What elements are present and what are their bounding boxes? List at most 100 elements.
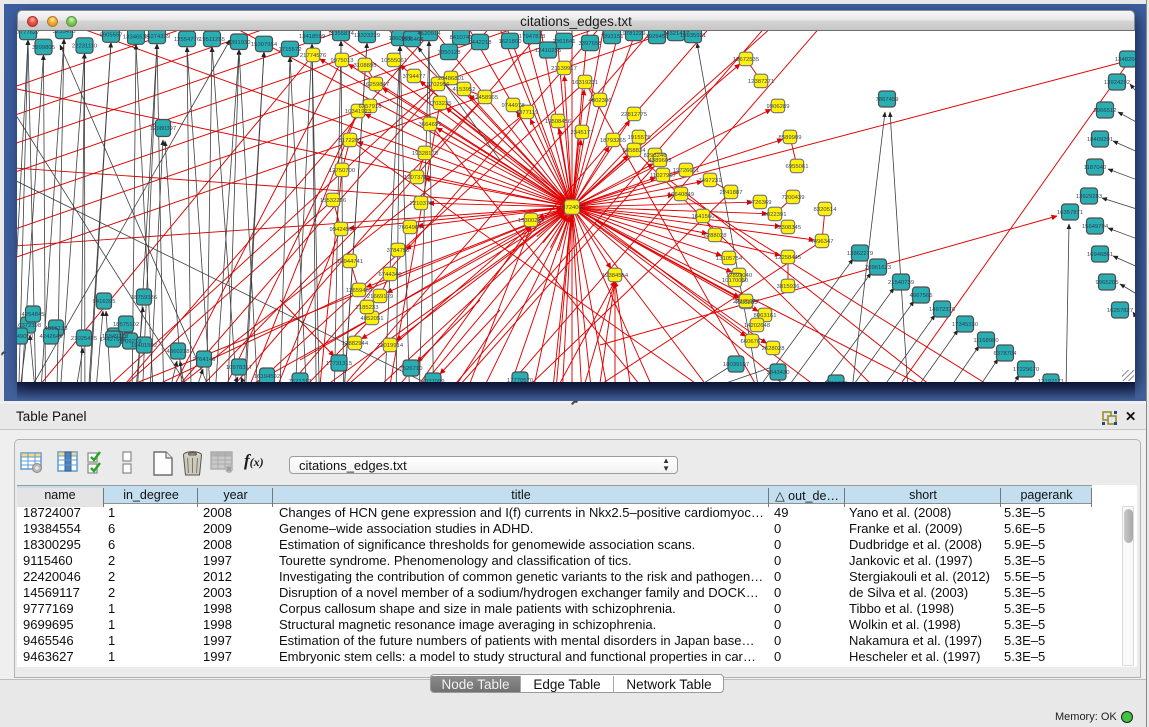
svg-text:1915575: 1915575 bbox=[628, 135, 652, 141]
svg-text:16640849: 16640849 bbox=[668, 192, 694, 198]
svg-text:21540739: 21540739 bbox=[888, 280, 914, 286]
svg-text:16944741: 16944741 bbox=[337, 259, 363, 265]
svg-text:9022391: 9022391 bbox=[764, 212, 787, 218]
svg-text:12750700: 12750700 bbox=[329, 168, 356, 174]
svg-text:3664691: 3664691 bbox=[419, 122, 442, 128]
svg-text:18409291: 18409291 bbox=[1087, 137, 1113, 143]
svg-text:4852051: 4852051 bbox=[361, 316, 384, 322]
svg-text:3702956: 3702956 bbox=[427, 82, 451, 88]
svg-text:3397658: 3397658 bbox=[579, 41, 603, 47]
svg-text:13323229: 13323229 bbox=[354, 33, 380, 39]
svg-text:3784753: 3784753 bbox=[387, 248, 411, 254]
svg-text:9905557: 9905557 bbox=[100, 33, 123, 39]
svg-text:8172200: 8172200 bbox=[339, 138, 363, 144]
svg-text:3843430: 3843430 bbox=[767, 370, 791, 376]
svg-text:1641560: 1641560 bbox=[692, 214, 716, 220]
svg-text:4496347: 4496347 bbox=[811, 239, 834, 245]
svg-text:3794477: 3794477 bbox=[403, 74, 426, 80]
svg-text:12387271: 12387271 bbox=[748, 79, 774, 85]
svg-text:11168980: 11168980 bbox=[973, 338, 999, 344]
svg-text:2966512: 2966512 bbox=[1094, 108, 1117, 114]
svg-text:8063161: 8063161 bbox=[754, 313, 777, 319]
svg-text:16259847: 16259847 bbox=[363, 82, 389, 88]
svg-text:21669179: 21669179 bbox=[367, 294, 393, 300]
svg-text:22308345: 22308345 bbox=[775, 225, 802, 231]
svg-text:12458965: 12458965 bbox=[472, 95, 499, 101]
svg-text:3999805: 3999805 bbox=[32, 45, 56, 51]
svg-text:7664964: 7664964 bbox=[399, 225, 423, 231]
svg-text:19401502: 19401502 bbox=[131, 343, 157, 349]
svg-text:21139917: 21139917 bbox=[551, 66, 577, 72]
svg-text:6606762: 6606762 bbox=[741, 339, 764, 345]
svg-text:3108895: 3108895 bbox=[354, 63, 378, 69]
svg-text:16946861: 16946861 bbox=[1087, 252, 1113, 258]
svg-text:13105754: 13105754 bbox=[716, 256, 743, 262]
svg-text:1715572: 1715572 bbox=[279, 47, 302, 53]
svg-text:17770570: 17770570 bbox=[507, 378, 534, 382]
svg-text:16357871: 16357871 bbox=[1057, 210, 1083, 216]
svg-text:18724007: 18724007 bbox=[559, 205, 585, 211]
svg-text:6955061: 6955061 bbox=[786, 164, 809, 170]
svg-text:9975013: 9975013 bbox=[331, 58, 355, 64]
svg-text:7703235: 7703235 bbox=[429, 101, 453, 107]
svg-text:6744346: 6744346 bbox=[379, 272, 403, 278]
svg-text:9942458: 9942458 bbox=[330, 227, 354, 233]
svg-text:12258445: 12258445 bbox=[775, 255, 802, 261]
svg-text:19384554: 19384554 bbox=[602, 273, 629, 279]
svg-text:7526710: 7526710 bbox=[400, 366, 424, 372]
svg-text:13482603: 13482603 bbox=[1115, 57, 1135, 63]
svg-text:12073745: 12073745 bbox=[404, 175, 431, 181]
svg-text:4877119: 4877119 bbox=[516, 110, 539, 116]
svg-text:17947818: 17947818 bbox=[519, 34, 546, 40]
svg-text:2185233: 2185233 bbox=[356, 305, 380, 311]
svg-text:12980397: 12980397 bbox=[150, 126, 176, 132]
svg-text:2391930: 2391930 bbox=[228, 40, 252, 46]
svg-text:9906289: 9906289 bbox=[767, 104, 790, 110]
svg-text:22175077: 22175077 bbox=[733, 299, 759, 305]
svg-text:6378704: 6378704 bbox=[994, 351, 1018, 357]
svg-text:2210378: 2210378 bbox=[410, 201, 434, 207]
svg-text:14202648: 14202648 bbox=[744, 323, 771, 329]
svg-text:7200439: 7200439 bbox=[782, 195, 805, 201]
svg-text:2764149: 2764149 bbox=[193, 357, 216, 363]
svg-text:13862279: 13862279 bbox=[847, 251, 873, 257]
svg-text:12192171: 12192171 bbox=[1038, 379, 1064, 382]
svg-text:10170060: 10170060 bbox=[722, 278, 749, 284]
svg-text:15300213: 15300213 bbox=[518, 218, 545, 224]
svg-text:15532226: 15532226 bbox=[320, 198, 347, 204]
svg-text:13924292: 13924292 bbox=[1104, 80, 1130, 86]
svg-text:19508456: 19508456 bbox=[545, 119, 572, 125]
svg-text:7850128: 7850128 bbox=[438, 50, 462, 56]
svg-text:7621313: 7621313 bbox=[289, 379, 313, 382]
svg-text:9442218: 9442218 bbox=[469, 40, 493, 46]
svg-text:4802306: 4802306 bbox=[589, 98, 613, 104]
svg-text:4242649: 4242649 bbox=[40, 334, 63, 340]
svg-text:15935921: 15935921 bbox=[680, 33, 706, 39]
svg-text:12554776: 12554776 bbox=[174, 37, 201, 43]
svg-text:19511255: 19511255 bbox=[199, 37, 225, 43]
svg-text:1187040: 1187040 bbox=[1084, 165, 1107, 171]
svg-text:4316133: 4316133 bbox=[45, 326, 69, 332]
svg-text:22231110: 22231110 bbox=[72, 44, 98, 50]
svg-text:10978317: 10978317 bbox=[226, 365, 252, 371]
svg-text:7393151: 7393151 bbox=[601, 34, 624, 40]
svg-text:14972376: 14972376 bbox=[929, 307, 956, 313]
svg-text:12672535: 12672535 bbox=[733, 57, 760, 63]
svg-text:2241887: 2241887 bbox=[720, 190, 743, 196]
svg-text:21019914: 21019914 bbox=[377, 343, 404, 349]
svg-text:16319231: 16319231 bbox=[572, 80, 598, 86]
svg-text:16274339: 16274339 bbox=[144, 34, 170, 40]
svg-text:14427616: 14427616 bbox=[100, 337, 127, 343]
svg-text:18575102: 18575102 bbox=[113, 322, 139, 328]
svg-text:7867459: 7867459 bbox=[876, 97, 899, 103]
svg-text:17731315: 17731315 bbox=[326, 361, 353, 367]
svg-text:16372398: 16372398 bbox=[17, 323, 42, 329]
svg-text:8320514: 8320514 bbox=[814, 207, 838, 213]
svg-text:17345330: 17345330 bbox=[952, 322, 979, 328]
svg-text:6726369: 6726369 bbox=[749, 200, 772, 206]
svg-text:10341923: 10341923 bbox=[345, 109, 372, 115]
svg-text:18793265: 18793265 bbox=[600, 138, 627, 144]
svg-text:8715373: 8715373 bbox=[825, 381, 849, 382]
svg-text:2345177: 2345177 bbox=[571, 130, 594, 136]
svg-text:9744978: 9744978 bbox=[502, 103, 526, 109]
